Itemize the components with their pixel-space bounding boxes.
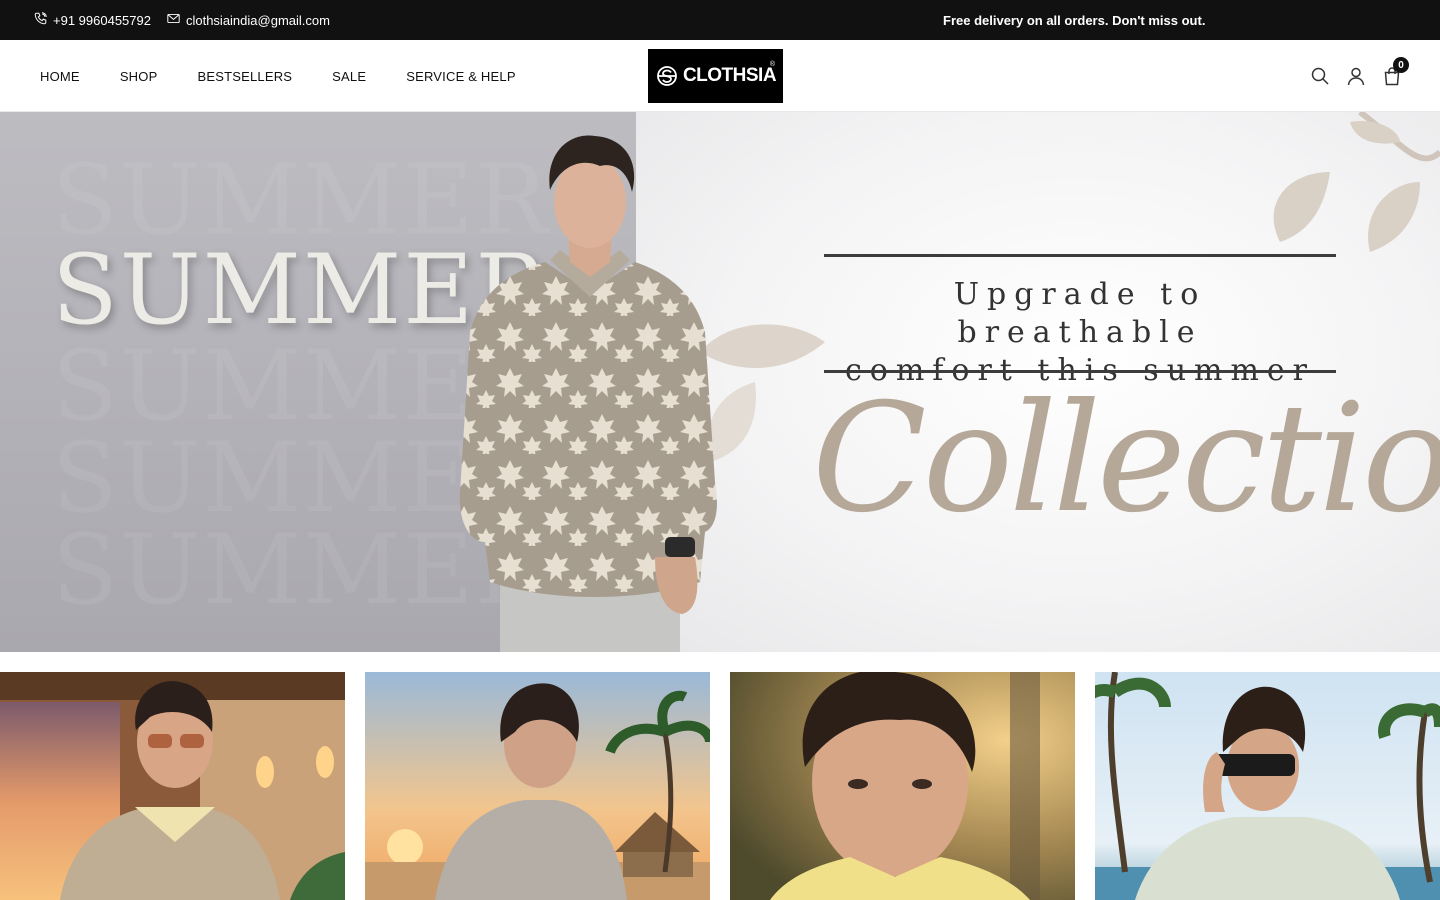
- logo-text: CLOTHSIA: [682, 65, 777, 86]
- nav-shop[interactable]: SHOP: [120, 69, 158, 84]
- promo-message: Free delivery on all orders. Don't miss …: [943, 12, 1206, 28]
- tile-yellow-shirt-portrait[interactable]: [730, 672, 1075, 900]
- tagline-top-rule: [824, 254, 1336, 257]
- tile-sunglasses-mint-shirt[interactable]: [1095, 672, 1440, 900]
- tile-image: [0, 672, 345, 900]
- email-contact[interactable]: clothsiaindia@gmail.com: [167, 12, 330, 28]
- logo-mark-icon: [655, 64, 679, 88]
- collection-heading: Collection: [812, 372, 1440, 546]
- mail-icon: [167, 12, 180, 28]
- contact-info: +91 9960455792 clothsiaindia@gmail.com: [34, 0, 330, 40]
- header-actions: 0: [1310, 40, 1409, 112]
- phone-contact[interactable]: +91 9960455792: [34, 12, 151, 28]
- leaf-decoration-icon: [1273, 112, 1440, 252]
- tile-sunset-leaf-shirt[interactable]: [0, 672, 345, 900]
- tile-image: [730, 672, 1075, 900]
- nav-service-help[interactable]: SERVICE & HELP: [406, 69, 516, 84]
- registered-mark: ®: [769, 61, 775, 68]
- cart-count-badge: 0: [1393, 57, 1409, 73]
- brand-logo[interactable]: CLOTHSIA ®: [648, 49, 783, 103]
- product-tiles-row: [0, 672, 1440, 900]
- top-announcement-bar: +91 9960455792 clothsiaindia@gmail.com F…: [0, 0, 1440, 40]
- hero-model-image: [459, 135, 717, 652]
- hero-banner[interactable]: SUMMER SUMMER SUMMER SUMMER SUMMER Upgra…: [0, 112, 1440, 652]
- site-header: HOME SHOP BESTSELLERS SALE SERVICE & HEL…: [0, 40, 1440, 112]
- email-address: clothsiaindia@gmail.com: [185, 12, 330, 28]
- shopping-bag-icon[interactable]: 0: [1382, 57, 1409, 86]
- user-icon[interactable]: [1346, 66, 1366, 86]
- phone-icon: [34, 12, 47, 28]
- nav-sale[interactable]: SALE: [332, 69, 366, 84]
- tile-beach-linen-shirt[interactable]: [365, 672, 710, 900]
- nav-bestsellers[interactable]: BESTSELLERS: [197, 69, 292, 84]
- tile-image: [365, 672, 710, 900]
- main-nav: HOME SHOP BESTSELLERS SALE SERVICE & HEL…: [40, 40, 556, 112]
- tile-image: [1095, 672, 1440, 900]
- tagline-line-1: Upgrade to breathable: [953, 277, 1207, 350]
- search-icon[interactable]: [1310, 66, 1330, 86]
- nav-home[interactable]: HOME: [40, 69, 80, 84]
- phone-number: +91 9960455792: [53, 12, 151, 28]
